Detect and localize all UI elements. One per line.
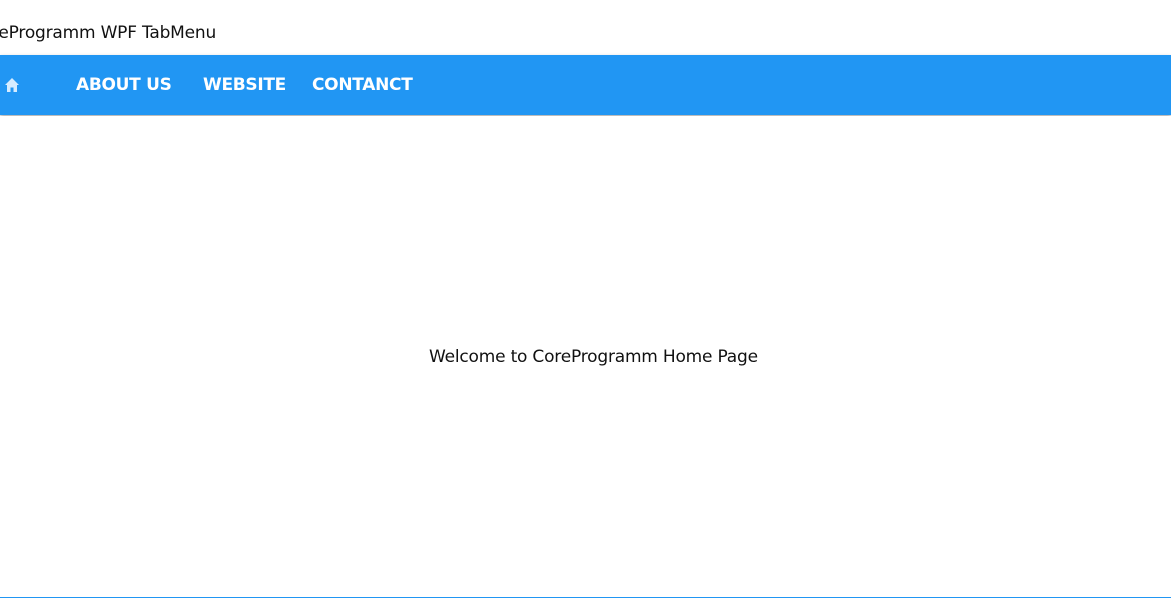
bottom-divider [0, 597, 1171, 598]
tab-content-area: Welcome to CoreProgramm Home Page [0, 116, 1171, 598]
tab-menu-bar: ABOUT US WEBSITE CONTANCT [0, 55, 1171, 115]
taskbar-icon-fragment [922, 608, 952, 615]
home-icon [4, 77, 20, 93]
app-window: reProgramm WPF TabMenu ABOUT US WEBSITE … [0, 0, 1171, 615]
tab-about-us-label: ABOUT US [76, 75, 172, 95]
tab-home[interactable] [0, 55, 30, 115]
welcome-message: Welcome to CoreProgramm Home Page [429, 347, 758, 367]
tab-website[interactable]: WEBSITE [203, 55, 286, 115]
title-bar: reProgramm WPF TabMenu [0, 0, 1171, 55]
tab-contact[interactable]: CONTANCT [312, 55, 413, 115]
tab-about-us[interactable]: ABOUT US [76, 55, 172, 115]
tab-contact-label: CONTANCT [312, 75, 413, 95]
window-title: reProgramm WPF TabMenu [0, 23, 217, 43]
tab-website-label: WEBSITE [203, 75, 286, 95]
